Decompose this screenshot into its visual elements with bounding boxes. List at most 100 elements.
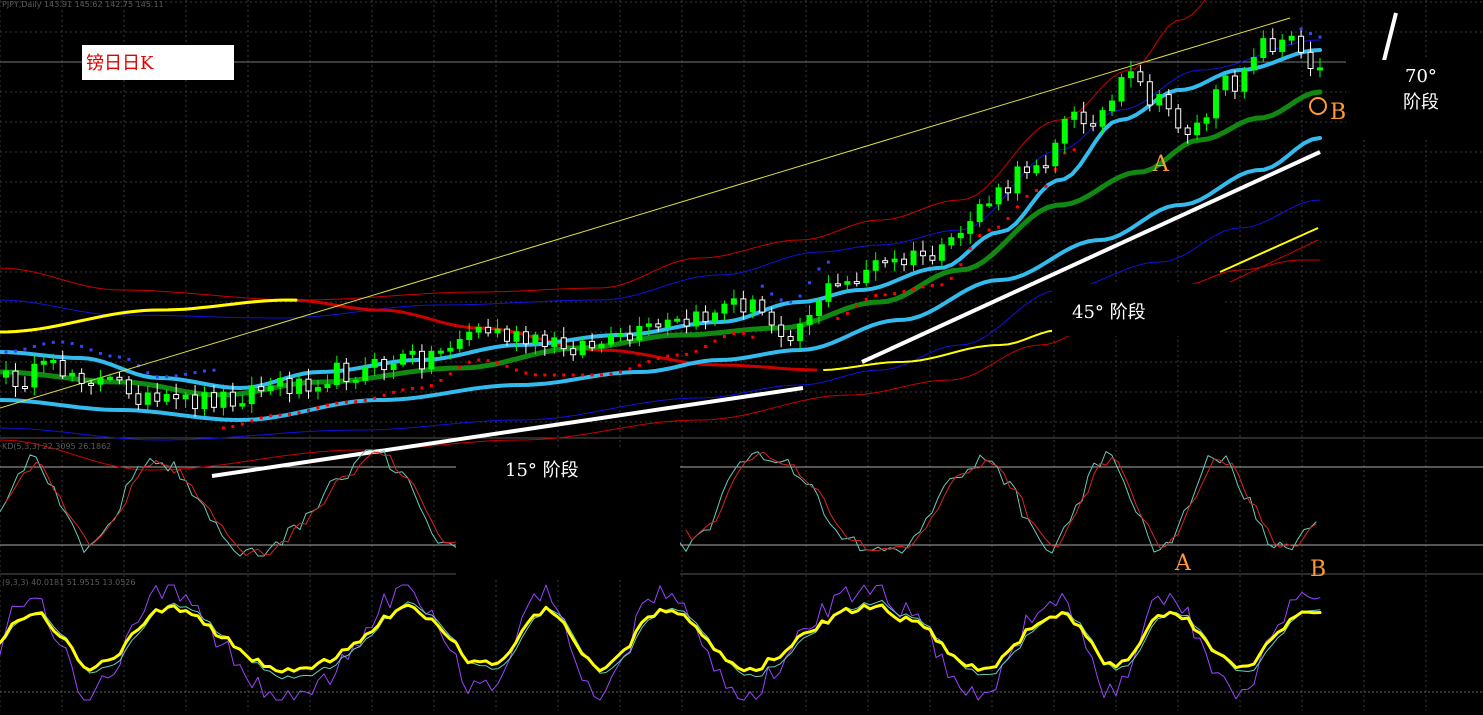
sar-dot — [751, 335, 755, 339]
candle-body — [570, 348, 577, 356]
sar-dot — [505, 364, 509, 368]
candle-body — [343, 362, 350, 382]
sar-dot — [420, 386, 424, 390]
candle-body — [768, 311, 775, 326]
candle-body — [1288, 35, 1295, 41]
sar-dot — [4, 350, 8, 354]
sar-dot — [836, 316, 840, 320]
candle-body — [286, 377, 293, 394]
sar-dot — [1318, 35, 1322, 39]
sar-dot — [42, 342, 46, 346]
sar-dot — [231, 425, 235, 429]
candle-body — [636, 325, 643, 341]
candle-body — [513, 331, 520, 342]
sar-dot — [912, 287, 916, 291]
sar-dot — [146, 371, 150, 375]
sar-dot — [968, 247, 972, 251]
candle-body — [721, 303, 728, 314]
candle-body — [371, 358, 378, 368]
sar-dot — [1006, 216, 1010, 220]
candle-body — [485, 326, 492, 334]
candle-body — [1052, 142, 1059, 167]
candle-body — [976, 204, 983, 223]
sar-dot — [704, 345, 708, 349]
sar-dot — [1299, 27, 1303, 31]
chart-title: 镑日日K — [86, 53, 154, 74]
candle-body — [163, 394, 170, 402]
sar-dot — [930, 283, 934, 287]
candle-body — [125, 379, 132, 395]
candle-body — [333, 362, 340, 386]
sar-dot — [637, 363, 641, 367]
sar-dot — [439, 378, 443, 382]
candle-body — [825, 283, 832, 302]
candle-body — [106, 376, 113, 380]
kdj-k-line — [0, 603, 1322, 674]
candle-body — [116, 376, 123, 381]
candle-body — [1023, 166, 1030, 174]
stage-label-15: 15° 阶段 — [505, 460, 579, 481]
candle-body — [182, 394, 189, 400]
sar-dot — [845, 311, 849, 315]
sar-dot — [562, 373, 566, 377]
candle-body — [210, 392, 217, 408]
candle-body — [702, 311, 709, 323]
sar-dot — [51, 340, 55, 344]
candle-body — [1080, 111, 1087, 125]
sar-dot — [13, 349, 17, 353]
sar-dot — [108, 354, 112, 358]
sar-dot — [817, 267, 821, 271]
candle-body — [863, 269, 870, 283]
sar-dot — [89, 348, 93, 352]
candle-body — [277, 377, 284, 387]
candle-body — [1222, 75, 1229, 91]
candle-body — [910, 250, 917, 266]
sar-dot — [486, 359, 490, 363]
candle-body — [1184, 127, 1191, 136]
sar-dot — [458, 365, 462, 369]
sar-dot — [760, 284, 764, 288]
sar-dot — [117, 355, 121, 359]
candle-body — [1137, 71, 1144, 83]
sar-dot — [127, 357, 131, 361]
sar-dot — [883, 293, 887, 297]
candle-body — [1042, 165, 1049, 169]
sar-dot — [600, 373, 604, 377]
sar-dot — [335, 401, 339, 405]
candle-body — [1298, 35, 1305, 53]
sar-dot — [1309, 32, 1313, 36]
candle-body — [995, 187, 1002, 205]
sar-dot — [997, 225, 1001, 229]
sar-dot — [250, 419, 254, 423]
stage-label-45: 45° 阶段 — [1072, 302, 1146, 323]
candle-body — [929, 255, 936, 261]
sar-dot — [1072, 148, 1076, 152]
sar-dot — [297, 411, 301, 415]
candle-body — [21, 385, 28, 389]
candle-body — [674, 318, 681, 322]
candle-body — [78, 372, 85, 384]
sar-dot — [949, 276, 953, 280]
candle-body — [1250, 57, 1257, 71]
sar-dot — [429, 384, 433, 388]
sar-dot — [240, 422, 244, 426]
sar-dot — [32, 344, 36, 348]
candle-body — [31, 363, 38, 388]
candle-body — [834, 283, 841, 287]
sar-dot — [80, 344, 84, 348]
stage-label-70-text: 阶段 — [1403, 92, 1439, 113]
candle-body — [598, 343, 605, 349]
sar-dot — [448, 372, 452, 376]
kdj-j-line — [0, 584, 1321, 701]
candle-body — [589, 340, 596, 349]
candle-body — [475, 326, 482, 333]
sar-dot — [165, 375, 169, 379]
sar-dot — [221, 426, 225, 430]
candle-body — [229, 391, 236, 407]
sar-dot — [259, 416, 263, 420]
candle-body — [778, 324, 785, 337]
candle-body — [1194, 122, 1201, 136]
candle-body — [740, 298, 747, 313]
candle-body — [1317, 67, 1323, 71]
sar-dot — [382, 393, 386, 397]
